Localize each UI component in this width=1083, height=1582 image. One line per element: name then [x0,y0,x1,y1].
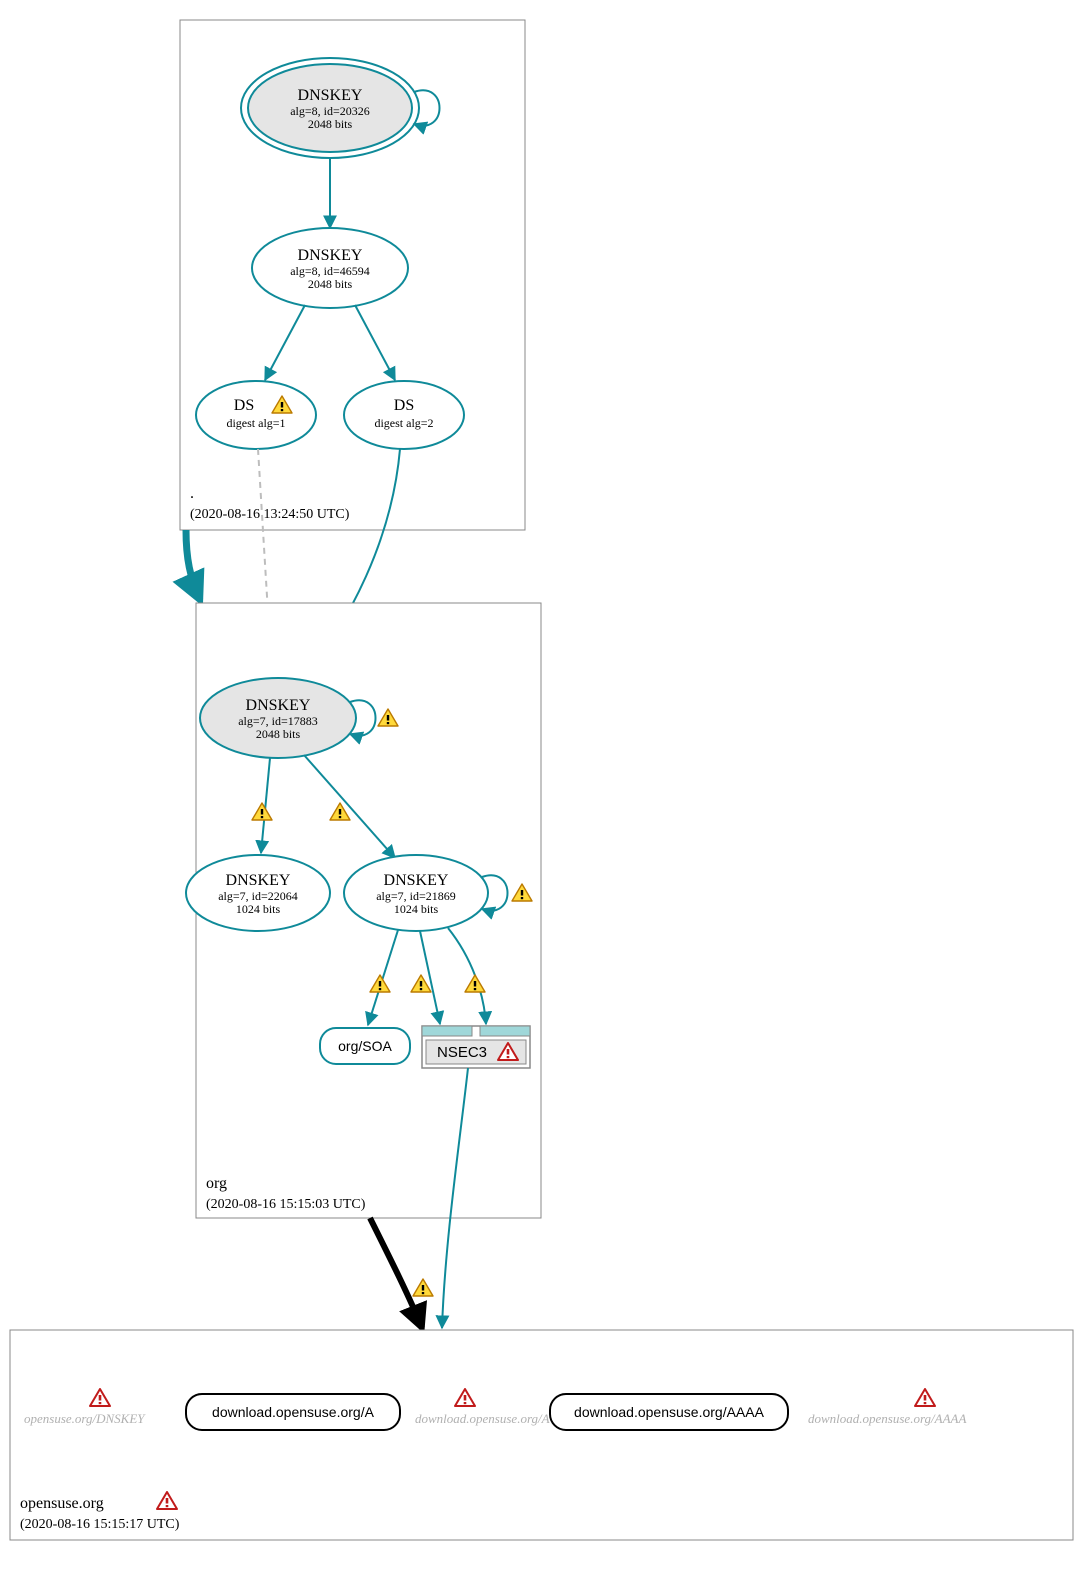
node-ds1: DS digest alg=1 [196,381,316,449]
org-ksk-sub2: 2048 bits [256,727,301,741]
rr-download-a-label: download.opensuse.org/A [212,1404,375,1420]
zone-root-label: . [190,485,194,502]
zone-root: . (2020-08-16 13:24:50 UTC) DNSKEY alg=8… [180,20,525,530]
rr-download-a-faded-label: download.opensuse.org/A [415,1411,550,1426]
root-zsk-title: DNSKEY [298,247,363,264]
edge-zone-root-org [186,530,200,600]
ds2-sub1: digest alg=2 [374,416,433,430]
rr-download-aaaa-faded-label: download.opensuse.org/AAAA [808,1411,966,1426]
warning-icon [413,1279,433,1296]
node-root-zsk: DNSKEY alg=8, id=46594 2048 bits [252,228,408,308]
zone-opensuse: opensuse.org (2020-08-16 15:15:17 UTC) o… [10,1330,1073,1540]
org-zsk1-sub2: 1024 bits [236,902,281,916]
ds2-title: DS [394,397,414,414]
dnssec-diagram: . (2020-08-16 13:24:50 UTC) DNSKEY alg=8… [0,0,1083,1582]
zone-org: org (2020-08-16 15:15:03 UTC) DNSKEY alg… [186,603,541,1218]
zone-root-time: (2020-08-16 13:24:50 UTC) [190,507,350,522]
node-nsec3: NSEC3 [422,1026,530,1068]
org-ksk-title: DNSKEY [246,697,311,714]
org-zsk2-sub2: 1024 bits [394,902,439,916]
zone-opensuse-label: opensuse.org [20,1495,104,1512]
zone-org-label: org [206,1175,227,1192]
org-zsk2-sub1: alg=7, id=21869 [376,889,456,903]
zone-org-time: (2020-08-16 15:15:03 UTC) [206,1197,366,1212]
root-ksk-title: DNSKEY [298,87,363,104]
rr-download-a: download.opensuse.org/A [186,1394,400,1430]
org-soa-title: org/SOA [338,1038,392,1054]
ds1-title: DS [234,397,254,414]
org-zsk1-title: DNSKEY [226,872,291,889]
ds1-sub1: digest alg=1 [226,416,285,430]
root-ksk-sub2: 2048 bits [308,117,353,131]
node-root-ksk: DNSKEY alg=8, id=20326 2048 bits [241,58,419,158]
node-org-soa: org/SOA [320,1028,410,1064]
node-org-zsk1: DNSKEY alg=7, id=22064 1024 bits [186,855,330,931]
edge-zone-org-opensuse [370,1218,422,1328]
node-org-zsk2: DNSKEY alg=7, id=21869 1024 bits [344,855,488,931]
org-zsk1-sub1: alg=7, id=22064 [218,889,298,903]
rr-opensuse-dnskey-label: opensuse.org/DNSKEY [24,1411,146,1426]
root-zsk-sub1: alg=8, id=46594 [290,264,370,278]
rr-download-aaaa: download.opensuse.org/AAAA [550,1394,788,1430]
root-zsk-sub2: 2048 bits [308,277,353,291]
nsec3-title: NSEC3 [437,1044,487,1061]
node-ds2: DS digest alg=2 [344,381,464,449]
org-ksk-sub1: alg=7, id=17883 [238,714,318,728]
node-org-ksk: DNSKEY alg=7, id=17883 2048 bits [200,678,356,758]
org-zsk2-title: DNSKEY [384,872,449,889]
rr-download-aaaa-label: download.opensuse.org/AAAA [574,1404,765,1420]
zone-opensuse-time: (2020-08-16 15:15:17 UTC) [20,1517,180,1532]
root-ksk-sub1: alg=8, id=20326 [290,104,370,118]
